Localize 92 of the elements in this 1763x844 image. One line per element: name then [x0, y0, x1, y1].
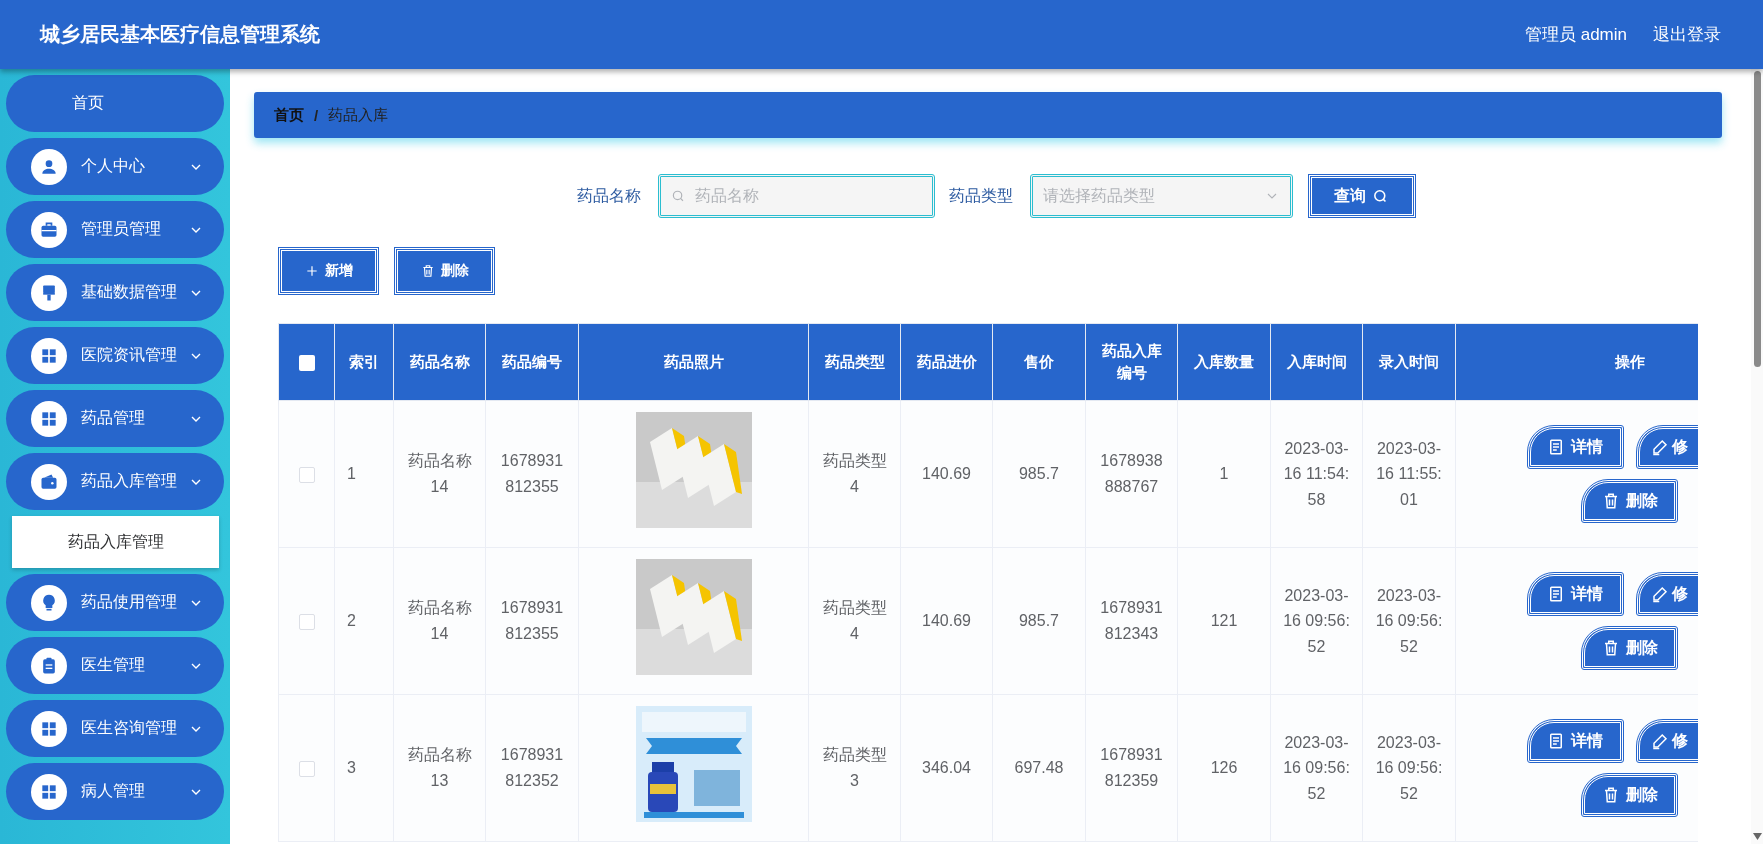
- menu-item[interactable]: 个人中心: [6, 138, 224, 195]
- column-header: 药品名称: [393, 323, 486, 401]
- edit-button[interactable]: 修: [1636, 426, 1698, 468]
- column-header: 操作: [1455, 323, 1698, 401]
- table-cell: 2023-03-16 09:56:52: [1362, 694, 1456, 842]
- table-cell: 346.04: [900, 694, 993, 842]
- column-header: 入库时间: [1270, 323, 1363, 401]
- column-header: 药品入库编号: [1085, 323, 1178, 401]
- query-button[interactable]: 查询: [1308, 175, 1415, 217]
- submenu-item[interactable]: 药品入库管理: [12, 516, 219, 568]
- column-header: 药品照片: [578, 323, 809, 401]
- user-name: 管理员 admin: [1524, 24, 1627, 46]
- column-header: 药品进价: [900, 323, 993, 401]
- detail-button[interactable]: 详情: [1527, 573, 1623, 615]
- column-header: 售价: [992, 323, 1086, 401]
- document-icon: [1547, 438, 1565, 456]
- delete-button[interactable]: 删除: [395, 248, 494, 294]
- table-cell: 1678931812355: [485, 547, 579, 695]
- table-cell: 1: [1177, 400, 1271, 548]
- app-title: 城乡居民基本医疗信息管理系统: [40, 22, 321, 47]
- menu-item[interactable]: 医院资讯管理: [6, 327, 224, 384]
- menu-item[interactable]: 医生管理: [6, 637, 224, 694]
- detail-button[interactable]: 详情: [1527, 720, 1623, 762]
- menu-item[interactable]: 医生咨询管理: [6, 700, 224, 757]
- column-header: 索引: [334, 323, 394, 401]
- table-cell: 2023-03-16 09:56:52: [1270, 694, 1363, 842]
- table-cell: 药品名称14: [393, 400, 486, 548]
- row-checkbox[interactable]: [298, 760, 315, 777]
- search-input[interactable]: 药品名称: [692, 186, 922, 206]
- table-cell: 2023-03-16 09:56:52: [1270, 547, 1363, 695]
- table-cell: 2023-03-16 11:54:58: [1270, 400, 1363, 548]
- menu-item[interactable]: 首页: [6, 75, 224, 132]
- edit-button[interactable]: 修: [1636, 573, 1698, 615]
- trash-icon: [420, 264, 435, 278]
- table-cell: 药品类型4: [808, 547, 901, 695]
- search-icon: [670, 188, 685, 204]
- column-header: 入库数量: [1177, 323, 1271, 401]
- breadcrumb-item[interactable]: 首页: [274, 105, 304, 125]
- menu-item[interactable]: 药品使用管理: [6, 574, 224, 631]
- column-header: 药品编号: [485, 323, 579, 401]
- table-cell: 121: [1177, 547, 1271, 695]
- search-icon: [1372, 187, 1389, 205]
- plus-icon: [304, 264, 319, 278]
- table-cell: 1: [334, 400, 394, 548]
- table-cell: 药品名称13: [393, 694, 486, 842]
- table-cell: 药品名称14: [393, 547, 486, 695]
- menu-item[interactable]: 基础数据管理: [6, 264, 224, 321]
- table-cell: 126: [1177, 694, 1271, 842]
- add-button[interactable]: 新增: [279, 248, 378, 294]
- menu-item[interactable]: 管理员管理: [6, 201, 224, 258]
- table-cell: 2: [334, 547, 394, 695]
- delete-button[interactable]: 删除: [1582, 627, 1677, 669]
- scrollbar-thumb[interactable]: [1753, 71, 1761, 367]
- table-cell: 3: [334, 694, 394, 842]
- table-cell: 140.69: [900, 547, 993, 695]
- scroll-down-arrow-icon[interactable]: [1752, 833, 1762, 840]
- menu-item[interactable]: 药品入库管理: [6, 453, 224, 510]
- detail-button[interactable]: 详情: [1527, 426, 1623, 468]
- table-cell: 985.7: [992, 400, 1086, 548]
- pencil-icon: [1650, 732, 1669, 750]
- table-cell: 药品类型3: [808, 694, 901, 842]
- pencil-icon: [1650, 585, 1669, 603]
- row-checkbox[interactable]: [298, 613, 315, 630]
- field-label: 药品类型: [948, 185, 1013, 206]
- column-header: 药品类型: [808, 323, 901, 401]
- table-cell: 2023-03-16 09:56:52: [1362, 547, 1456, 695]
- document-icon: [1547, 585, 1565, 603]
- table-cell: 1678931812343: [1085, 547, 1178, 695]
- menu-item[interactable]: 病人管理: [6, 763, 224, 820]
- table-cell: 985.7: [992, 547, 1086, 695]
- row-checkbox[interactable]: [298, 466, 315, 483]
- menu-item[interactable]: 药品管理: [6, 390, 224, 447]
- table-cell: 697.48: [992, 694, 1086, 842]
- table-cell: 1678931812359: [1085, 694, 1178, 842]
- table-cell: 1678938888767: [1085, 400, 1178, 548]
- pencil-icon: [1650, 438, 1669, 456]
- table-cell: 药品类型4: [808, 400, 901, 548]
- table-cell: 1678931812352: [485, 694, 579, 842]
- search-field[interactable]: 药品名称: [657, 174, 935, 218]
- edit-button[interactable]: 修: [1636, 720, 1698, 762]
- table-cell: 2023-03-16 11:55:01: [1362, 400, 1456, 548]
- document-icon: [1547, 732, 1565, 750]
- field-label: 药品名称: [576, 185, 641, 206]
- breadcrumb-item[interactable]: 药品入库: [328, 105, 389, 125]
- column-header: 录入时间: [1362, 323, 1456, 401]
- delete-button[interactable]: 删除: [1582, 774, 1677, 816]
- delete-button[interactable]: 删除: [1582, 480, 1677, 522]
- table-cell: 1678931812355: [485, 400, 579, 548]
- table-cell: 140.69: [900, 400, 993, 548]
- logout-link[interactable]: 退出登录: [1653, 23, 1721, 46]
- select-all-checkbox[interactable]: [298, 354, 315, 371]
- breadcrumb-separator: /: [314, 106, 319, 124]
